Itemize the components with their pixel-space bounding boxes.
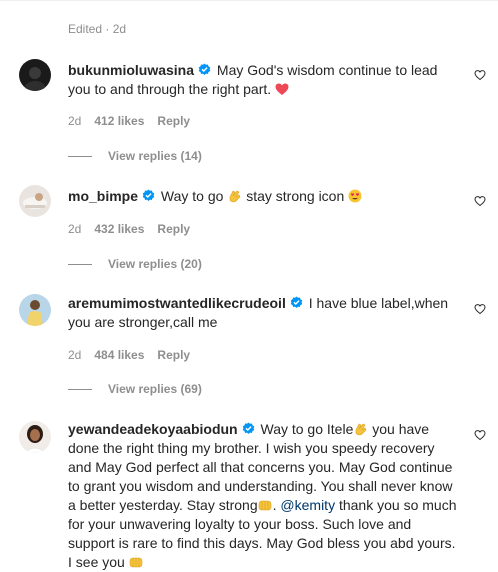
avatar[interactable] [19, 59, 51, 91]
smiling-face-with-heart-eyes-icon [348, 189, 362, 203]
view-replies-button[interactable]: View replies (69) [68, 382, 202, 396]
replies-dash [68, 264, 92, 266]
replies-dash [68, 389, 92, 391]
comment-text: aremumimostwantedlikecrudeoil I have blu… [68, 294, 460, 332]
comment-body-2: stay strong icon [246, 188, 345, 204]
like-heart-icon[interactable] [474, 69, 486, 81]
replies-dash [68, 156, 92, 158]
comment-meta: 2d 432 likes Reply [68, 222, 203, 236]
reply-button[interactable]: Reply [157, 114, 190, 128]
likes-count[interactable]: 484 likes [94, 348, 144, 362]
comment-text: bukunmioluwasina May God's wisdom contin… [68, 61, 460, 99]
oncoming-fist-icon [258, 500, 271, 511]
view-replies-button[interactable]: View replies (14) [68, 149, 202, 163]
username[interactable]: yewandeadekoyaabiodun [68, 421, 238, 437]
comment-meta: 2d 412 likes Reply [68, 114, 203, 128]
avatar[interactable] [19, 185, 51, 217]
comment-age: 2d [68, 222, 82, 236]
username[interactable]: aremumimostwantedlikecrudeoil [68, 295, 286, 311]
comment-meta: 2d 484 likes Reply [68, 348, 203, 362]
top-divider [0, 0, 498, 1]
likes-count[interactable]: 412 likes [94, 114, 144, 128]
reply-button[interactable]: Reply [157, 348, 190, 362]
username[interactable]: bukunmioluwasina [68, 62, 194, 78]
mention-link[interactable]: @kemity [280, 497, 335, 513]
comment-age: 2d [68, 114, 82, 128]
view-replies-button[interactable]: View replies (20) [68, 257, 202, 271]
comment-body: Way to go [160, 188, 224, 204]
comment-age: 2d [68, 348, 82, 362]
comment-body: Way to go Itele [260, 421, 354, 437]
likes-count[interactable]: 432 likes [94, 222, 144, 236]
verified-badge-icon [142, 189, 155, 201]
verified-badge-icon [290, 296, 303, 308]
oncoming-fist-icon [129, 557, 143, 568]
avatar[interactable] [19, 421, 51, 453]
red-heart-icon [275, 83, 289, 95]
like-heart-icon[interactable] [474, 303, 486, 315]
comment-body-3: . [272, 497, 277, 513]
avatar[interactable] [19, 294, 51, 326]
like-heart-icon[interactable] [474, 195, 486, 207]
view-replies-label: View replies (20) [108, 257, 202, 271]
verified-badge-icon [242, 422, 254, 434]
reply-button[interactable]: Reply [157, 222, 190, 236]
clapping-hands-icon [356, 423, 367, 436]
comment-text: mo_bimpe Way to go stay strong icon [68, 187, 460, 206]
clapping-hands-icon [230, 190, 241, 203]
verified-badge-icon [198, 63, 211, 75]
comment-text: yewandeadekoyaabiodun Way to go Itele yo… [68, 420, 460, 572]
edited-label: Edited · 2d [68, 22, 127, 36]
view-replies-label: View replies (14) [108, 149, 202, 163]
like-heart-icon[interactable] [474, 429, 486, 441]
username[interactable]: mo_bimpe [68, 188, 138, 204]
view-replies-label: View replies (69) [108, 382, 202, 396]
